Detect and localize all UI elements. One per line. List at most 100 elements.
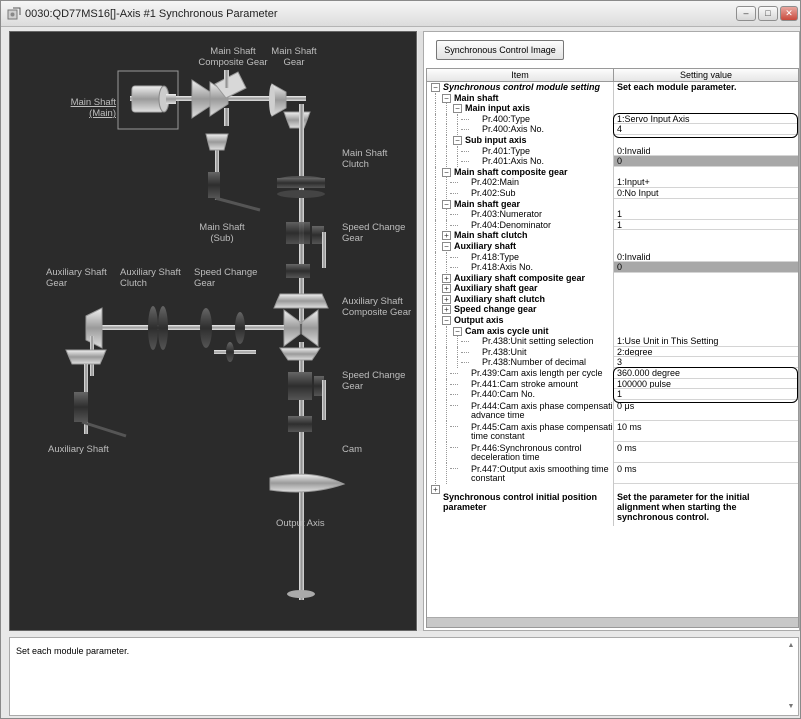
- setting-value-field[interactable]: 0:Invalid: [614, 252, 798, 263]
- expand-icon[interactable]: +: [442, 284, 451, 294]
- setting-value-field[interactable]: 0 ms: [614, 463, 798, 484]
- item-cell: Pr.404:Denominator: [427, 219, 614, 231]
- tree-line: [435, 262, 436, 273]
- setting-value-field[interactable]: 360.000 degree: [614, 368, 798, 379]
- item-label: Pr.404:Denominator: [471, 219, 552, 230]
- category-row[interactable]: − Main shaft gear: [427, 198, 798, 210]
- collapse-icon[interactable]: −: [442, 167, 451, 177]
- maximize-button[interactable]: □: [758, 6, 778, 21]
- tree-line: [446, 177, 447, 188]
- main-shaft-main-link[interactable]: Main Shaft (Main): [56, 97, 116, 119]
- close-button[interactable]: ✕: [780, 6, 798, 21]
- setting-value-field[interactable]: 0 ms: [614, 442, 798, 463]
- tree-line: [435, 219, 436, 231]
- minimize-button[interactable]: –: [736, 6, 756, 21]
- parameter-row[interactable]: Pr.444:Cam axis phase compensation advan…: [427, 399, 798, 421]
- parameter-row[interactable]: Pr.439:Cam axis length per cycle 360.000 …: [427, 368, 798, 379]
- expand-icon[interactable]: +: [442, 273, 451, 283]
- category-row[interactable]: + Auxiliary shaft gear: [427, 283, 798, 294]
- parameter-row[interactable]: Pr.418:Axis No. 0: [427, 262, 798, 273]
- item-cell: − Auxiliary shaft: [427, 240, 614, 252]
- parameter-row[interactable]: Pr.438:Unit setting selection 1:Use Unit …: [427, 336, 798, 347]
- parameter-row[interactable]: Pr.445:Cam axis phase compensation time …: [427, 420, 798, 442]
- setting-value-field[interactable]: 1:Use Unit in This Setting: [614, 336, 798, 347]
- parameter-row[interactable]: Pr.447:Output axis smoothing time consta…: [427, 462, 798, 484]
- collapse-icon[interactable]: −: [453, 104, 462, 114]
- setting-value-field[interactable]: 3: [614, 357, 798, 369]
- parameter-row[interactable]: Pr.404:Denominator 1: [427, 219, 798, 231]
- parameter-row[interactable]: Pr.418:Type 0:Invalid: [427, 251, 798, 263]
- collapse-icon[interactable]: −: [442, 199, 451, 209]
- parameter-row[interactable]: Pr.400:Axis No. 4: [427, 124, 798, 135]
- category-row[interactable]: − Main shaft: [427, 92, 798, 104]
- category-row[interactable]: − Main input axis: [427, 103, 798, 114]
- category-row[interactable]: − Cam axis cycle unit: [427, 325, 798, 337]
- label-cam: Cam: [342, 444, 363, 455]
- parameter-row[interactable]: Pr.400:Type 1:Servo Input Axis: [427, 113, 798, 125]
- setting-value-field[interactable]: 4: [614, 124, 798, 135]
- setting-value-field[interactable]: 0: [614, 262, 798, 273]
- scroll-down-icon[interactable]: ▼: [786, 703, 796, 713]
- setting-value-field[interactable]: 1: [614, 209, 798, 220]
- item-cell: Pr.403:Numerator: [427, 209, 614, 220]
- item-label: Pr.444:Cam axis phase compensation advan…: [471, 400, 613, 420]
- item-cell: Pr.418:Axis No.: [427, 262, 614, 273]
- setting-value-field[interactable]: 0:Invalid: [614, 146, 798, 157]
- collapse-icon[interactable]: −: [442, 93, 451, 103]
- setting-value-field[interactable]: 1:Input+: [614, 177, 798, 188]
- setting-value-field[interactable]: 1:Servo Input Axis: [614, 114, 798, 125]
- tree-branch: [450, 182, 458, 184]
- parameter-row[interactable]: Pr.441:Cam stroke amount 100000 pulse: [427, 378, 798, 390]
- parameter-row[interactable]: Pr.438:Unit 2:degree: [427, 346, 798, 358]
- tree-branch: [450, 425, 458, 427]
- horizontal-scrollbar[interactable]: [427, 617, 798, 627]
- scroll-up-icon[interactable]: ▲: [786, 642, 796, 652]
- collapse-icon[interactable]: −: [453, 135, 462, 145]
- parameter-row[interactable]: Pr.401:Type 0:Invalid: [427, 145, 798, 157]
- tree-branch: [461, 129, 469, 131]
- parameter-row[interactable]: Pr.440:Cam No. 1: [427, 389, 798, 400]
- category-row[interactable]: + Speed change gear: [427, 304, 798, 316]
- parameter-row[interactable]: Pr.401:Axis No. 0: [427, 156, 798, 167]
- setting-value-field[interactable]: 1: [614, 389, 798, 400]
- category-row[interactable]: + Synchronous control initial position pa…: [427, 483, 798, 526]
- item-cell: Pr.438:Unit: [427, 346, 614, 358]
- expand-icon[interactable]: +: [442, 305, 451, 315]
- category-row[interactable]: − Auxiliary shaft: [427, 240, 798, 252]
- setting-value-field[interactable]: 100000 pulse: [614, 379, 798, 390]
- category-row[interactable]: − Main shaft composite gear: [427, 166, 798, 178]
- expand-icon[interactable]: +: [442, 294, 451, 304]
- setting-value-field[interactable]: 0:No Input: [614, 188, 798, 199]
- setting-value-field[interactable]: 2:degree: [614, 347, 798, 358]
- category-row[interactable]: − Sub input axis: [427, 134, 798, 146]
- item-cell: + Auxiliary shaft clutch: [427, 293, 614, 305]
- category-row[interactable]: − Synchronous control module setting Set e…: [427, 82, 798, 93]
- tree-branch: [450, 267, 458, 269]
- item-label: Main shaft gear: [454, 198, 521, 209]
- parameter-grid: Item Setting value − Synchronous control …: [426, 68, 799, 628]
- tree-line: [435, 113, 436, 125]
- tree-line: [446, 325, 447, 337]
- category-row[interactable]: + Auxiliary shaft clutch: [427, 293, 798, 305]
- parameter-row[interactable]: Pr.446:Synchronous control deceleration …: [427, 441, 798, 463]
- tree-line: [435, 177, 436, 188]
- collapse-icon[interactable]: −: [442, 316, 451, 326]
- title-bar[interactable]: 0030:QD77MS16[]-Axis #1 Synchronous Para…: [1, 1, 800, 27]
- category-row[interactable]: − Output axis: [427, 315, 798, 326]
- setting-value-field[interactable]: 0 μs: [614, 400, 798, 421]
- parameter-row[interactable]: Pr.402:Sub 0:No Input: [427, 187, 798, 199]
- category-row[interactable]: + Auxiliary shaft composite gear: [427, 272, 798, 284]
- expand-icon[interactable]: +: [442, 231, 451, 241]
- setting-value-field[interactable]: 0: [614, 156, 798, 167]
- parameter-row[interactable]: Pr.438:Number of decimal places 3: [427, 357, 798, 369]
- synchronous-control-image-button[interactable]: Synchronous Control Image: [436, 40, 564, 60]
- collapse-icon[interactable]: −: [442, 241, 451, 251]
- parameter-row[interactable]: Pr.402:Main 1:Input+: [427, 177, 798, 188]
- expand-icon[interactable]: +: [431, 484, 440, 494]
- category-row[interactable]: + Main shaft clutch: [427, 230, 798, 241]
- collapse-icon[interactable]: −: [431, 83, 440, 92]
- collapse-icon[interactable]: −: [453, 326, 462, 336]
- parameter-row[interactable]: Pr.403:Numerator 1: [427, 209, 798, 220]
- setting-value-field[interactable]: 1: [614, 220, 798, 231]
- setting-value-field[interactable]: 10 ms: [614, 421, 798, 442]
